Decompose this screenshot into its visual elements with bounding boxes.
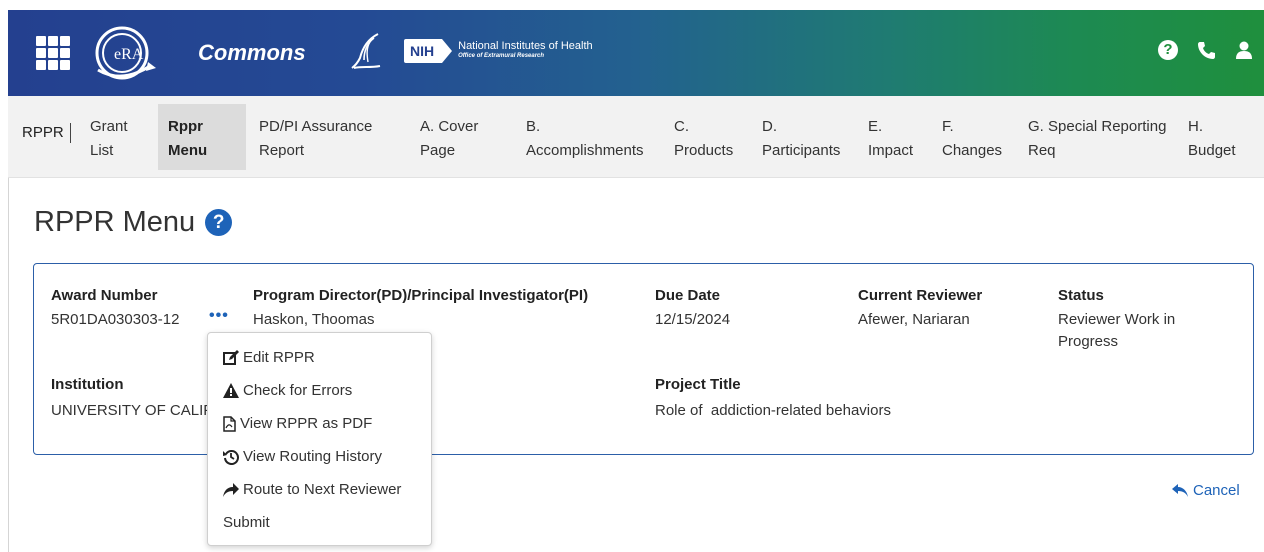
nih-badge: NIH: [404, 39, 453, 63]
current-reviewer-value: Afewer, Nariaran: [858, 311, 970, 328]
nav-label: Participants: [762, 142, 841, 159]
menu-item-label: View Routing History: [243, 448, 382, 465]
menu-item-edit-rppr[interactable]: Edit RPPR: [223, 349, 315, 366]
menu-item-submit[interactable]: Submit: [223, 514, 270, 531]
nav-label: F.: [942, 118, 954, 135]
status-label: Status: [1058, 287, 1104, 304]
nav-budget[interactable]: H. Budget: [1188, 104, 1248, 170]
nav-label: Rppr: [168, 118, 203, 135]
nih-office: Office of Extramural Research: [458, 53, 545, 59]
nih-name: National Institutes of Health: [458, 40, 593, 52]
menu-item-check-errors[interactable]: Check for Errors: [223, 382, 352, 399]
nav-impact[interactable]: E. Impact: [868, 104, 926, 170]
nav-rppr-menu[interactable]: Rppr Menu: [158, 104, 246, 170]
status-value: Reviewer Work in Progress: [1058, 309, 1175, 353]
nav-label: Changes: [942, 142, 1003, 159]
menu-item-label: Edit RPPR: [243, 349, 315, 366]
nav-special-reporting[interactable]: G. Special Reporting Req: [1028, 104, 1178, 170]
cancel-label: Cancel: [1193, 482, 1240, 499]
menu-item-label: View RPPR as PDF: [240, 415, 373, 432]
pd-pi-value: Haskon, Thoomas: [253, 311, 375, 328]
award-actions-dropdown: Edit RPPR Check for Errors View RPPR as …: [207, 332, 432, 546]
current-reviewer-label: Current Reviewer: [858, 287, 983, 304]
apps-grid-icon[interactable]: [36, 36, 70, 70]
nav-accomplishments[interactable]: B. Accomplishments: [526, 104, 660, 170]
status-line: Progress: [1058, 333, 1119, 350]
page-title-text: RPPR Menu: [34, 206, 196, 238]
nav-participants[interactable]: D. Participants: [762, 104, 856, 170]
nav-grant-list[interactable]: Grant List: [90, 104, 138, 170]
due-date-label: Due Date: [655, 287, 721, 304]
nav-label: B.: [526, 118, 541, 135]
nav-label: E.: [868, 118, 883, 135]
project-title-value: Role of addiction-related behaviors: [655, 402, 891, 419]
nav-label: Page: [420, 142, 456, 159]
nav-label: A. Cover: [420, 118, 479, 135]
share-icon: [223, 482, 239, 497]
nav-label: Impact: [868, 142, 914, 159]
page-title: RPPR Menu ?: [34, 206, 233, 239]
nav-label: Budget: [1188, 142, 1236, 159]
user-icon[interactable]: [1234, 40, 1254, 60]
project-title-label: Project Title: [655, 376, 741, 393]
nav-label: H.: [1188, 118, 1203, 135]
nav-products[interactable]: C. Products: [674, 104, 746, 170]
app-header: eRA Commons NIH National Institutes of H…: [8, 10, 1264, 96]
history-icon: [223, 449, 239, 465]
menu-item-routing-history[interactable]: View Routing History: [223, 448, 382, 465]
nav-cover-page[interactable]: A. Cover Page: [420, 104, 506, 170]
era-logo[interactable]: eRA: [88, 24, 158, 82]
app-name: Commons: [198, 40, 306, 65]
help-icon[interactable]: ?: [205, 209, 233, 236]
nav-label: Grant: [90, 118, 128, 135]
due-date-value: 12/15/2024: [655, 311, 731, 328]
menu-item-route-next-reviewer[interactable]: Route to Next Reviewer: [223, 481, 401, 498]
menu-item-view-pdf[interactable]: View RPPR as PDF: [223, 415, 372, 432]
era-logo-text: eRA: [114, 46, 144, 63]
reply-icon: [1172, 484, 1188, 497]
nav-label: G. Special Reporting: [1028, 118, 1167, 135]
status-line: Reviewer Work in: [1058, 311, 1176, 328]
menu-item-label: Route to Next Reviewer: [243, 481, 402, 498]
nav-label: Req: [1028, 142, 1056, 159]
nav-label: Products: [674, 142, 734, 159]
award-number-label: Award Number: [51, 287, 158, 304]
phone-icon[interactable]: [1196, 40, 1216, 60]
cancel-link[interactable]: Cancel: [1172, 482, 1240, 499]
nav-pdpi-assurance[interactable]: PD/PI Assurance Report: [259, 104, 399, 170]
institution-label: Institution: [51, 376, 124, 393]
pd-pi-label: Program Director(PD)/Principal Investiga…: [253, 287, 589, 304]
nav-label: Accomplishments: [526, 142, 644, 159]
nav-changes[interactable]: F. Changes: [942, 104, 1012, 170]
menu-item-label: Check for Errors: [243, 382, 353, 399]
menu-item-label: Submit: [223, 514, 270, 531]
hhs-eagle-logo: [351, 33, 381, 69]
rppr-section-nav: RPPR Grant List Rppr Menu PD/PI Assuranc…: [8, 96, 1264, 178]
nav-root: RPPR: [22, 123, 71, 143]
nav-label: C.: [674, 118, 689, 135]
nav-label: PD/PI Assurance: [259, 118, 373, 135]
content-divider: [8, 178, 9, 552]
nav-root-label: RPPR: [22, 123, 64, 141]
pdf-icon: [223, 415, 236, 432]
warning-icon: [223, 383, 239, 398]
help-icon[interactable]: ?: [1158, 40, 1178, 60]
actions-menu-toggle[interactable]: •••: [209, 307, 229, 325]
edit-icon: [223, 349, 239, 365]
award-number-value: 5R01DA030303-12: [51, 311, 180, 328]
nav-label: List: [90, 142, 114, 159]
nav-label: Menu: [168, 142, 208, 159]
institution-value: UNIVERSITY OF CALIF: [51, 402, 213, 419]
nav-label: Report: [259, 142, 305, 159]
nih-logo: NIH National Institutes of Health Office…: [404, 38, 593, 64]
nav-label: D.: [762, 118, 777, 135]
